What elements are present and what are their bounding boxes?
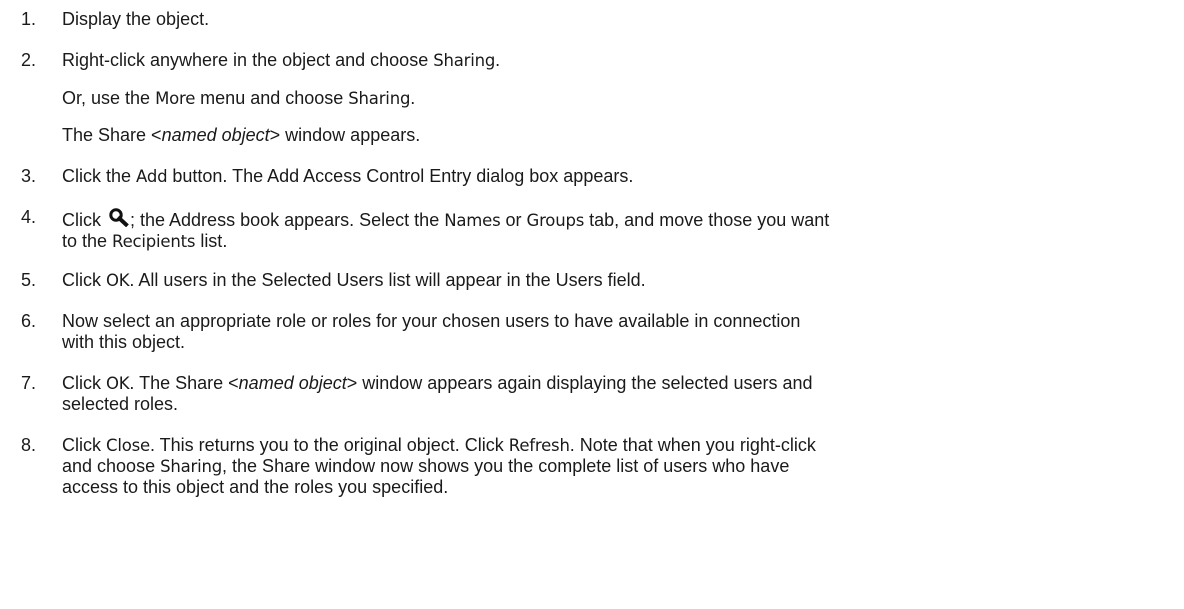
step-text: Right-click anywhere in the object and c… [62,50,501,70]
ui-term-close: Close [106,436,150,455]
step-1-text: Display the object. [62,9,210,29]
ui-term-ok: OK [106,374,130,393]
step-number: 6. [21,311,37,331]
step-number: 2. [21,50,37,70]
step-number: 4. [21,207,37,227]
ui-term-add: Add [136,167,168,186]
step-text: Display the object. [62,9,1172,30]
ui-term-ok: OK [106,271,130,290]
step-number: 7. [21,373,37,393]
magnifier-icon [109,208,129,227]
placeholder-named-object: named object [238,373,347,393]
ui-term-refresh: Refresh [508,436,570,455]
ui-term-names: Names [444,211,501,230]
ui-term-more: More [155,89,196,108]
placeholder-named-object: named object [161,125,270,145]
ui-term-sharing: Sharing [433,51,496,70]
step-number: 8. [21,435,37,455]
ui-term-groups: Groups [526,211,585,230]
ui-term-sharing: Sharing [160,457,223,476]
ui-term-recipients: Recipients [112,232,196,251]
step-number: 3. [21,166,37,186]
ui-term-sharing: Sharing [348,89,411,108]
step-number: 1. [21,9,37,29]
step-number: 5. [21,270,37,290]
